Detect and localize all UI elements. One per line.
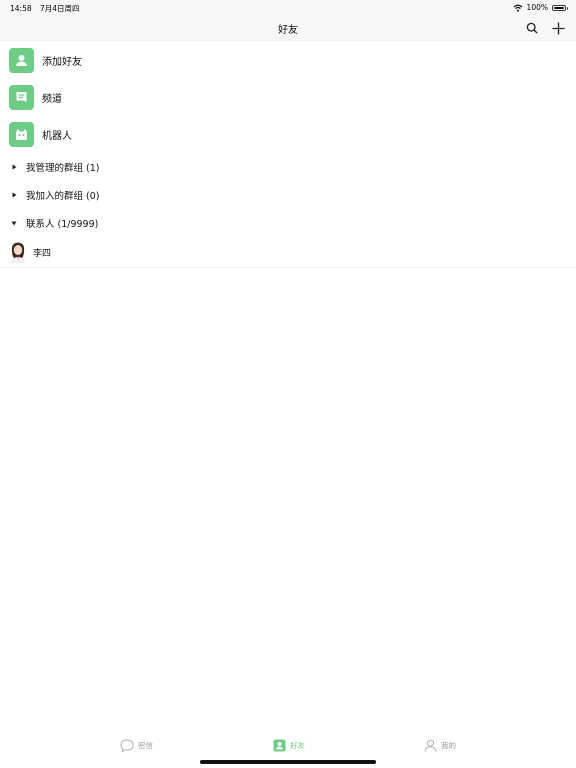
status-right: 100% (513, 3, 568, 12)
profile-icon (424, 739, 437, 752)
contacts-group-label: 联系人 (1/9999) (26, 219, 99, 230)
search-button[interactable] (522, 18, 542, 38)
search-icon (526, 22, 538, 34)
joined-groups-row[interactable]: 我加入的群组 (0) (0, 181, 576, 209)
tab-me[interactable]: 我的 (424, 739, 456, 752)
contacts-group-row[interactable]: 联系人 (1/9999) (0, 209, 576, 237)
avatar (11, 242, 25, 263)
wifi-icon (513, 4, 522, 12)
nav-bar: 好友 (0, 14, 576, 42)
tab-friends-label: 好友 (290, 741, 305, 750)
add-friend-row[interactable]: 添加好友 (0, 42, 576, 79)
add-button[interactable] (548, 18, 568, 38)
contacts-icon (273, 739, 286, 752)
channel-row[interactable]: 频道 (0, 79, 576, 116)
status-time: 14:58 (10, 4, 32, 13)
plus-icon (551, 21, 565, 35)
contact-name: 李四 (33, 248, 52, 259)
robot-label: 机器人 (42, 131, 72, 142)
battery-percent: 100% (526, 3, 548, 12)
managed-groups-label: 我管理的群组 (1) (26, 163, 100, 174)
page-title: 好友 (278, 25, 298, 36)
tab-messages[interactable]: 密信 (120, 739, 153, 752)
caret-right-icon (10, 191, 18, 199)
home-indicator (200, 760, 376, 764)
caret-down-icon (10, 219, 18, 227)
tab-friends[interactable]: 好友 (273, 739, 305, 752)
caret-right-icon (10, 163, 18, 171)
robot-icon (9, 122, 34, 147)
managed-groups-row[interactable]: 我管理的群组 (1) (0, 153, 576, 181)
tab-messages-label: 密信 (138, 741, 153, 750)
add-friend-label: 添加好友 (42, 57, 82, 68)
friends-list: 添加好友 频道 机器人 我管理的群组 (1) 我加入的群组 (0) 联系人 (1… (0, 42, 576, 268)
contact-row[interactable]: 李四 (0, 237, 576, 268)
channel-icon (9, 85, 34, 110)
joined-groups-label: 我加入的群组 (0) (26, 191, 100, 202)
status-date: 7月4日周四 (40, 4, 80, 13)
robot-row[interactable]: 机器人 (0, 116, 576, 153)
chat-bubble-icon (120, 739, 134, 752)
tab-me-label: 我的 (441, 741, 456, 750)
status-bar: 14:58 7月4日周四 100% (0, 0, 576, 14)
add-friend-icon (9, 48, 34, 73)
battery-icon (552, 4, 568, 11)
status-left: 14:58 7月4日周四 (10, 3, 80, 14)
channel-label: 频道 (42, 94, 62, 105)
